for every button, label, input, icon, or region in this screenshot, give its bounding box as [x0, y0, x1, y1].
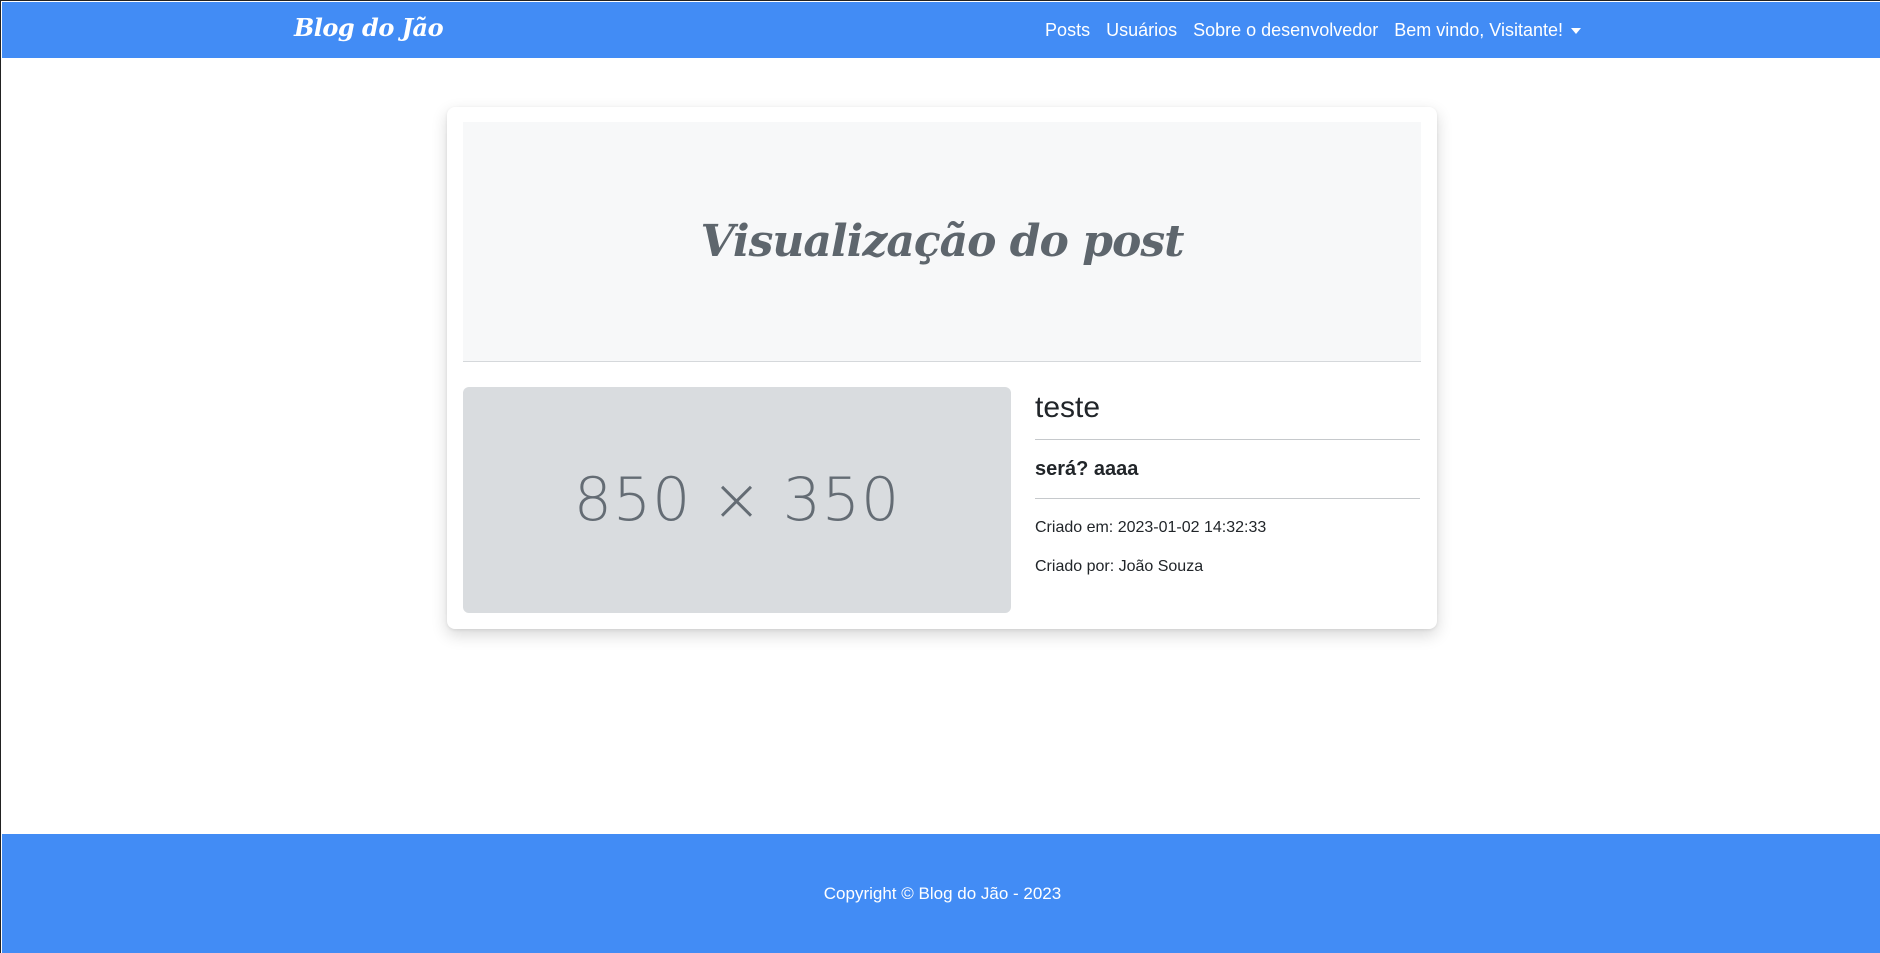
nav-link-posts[interactable]: Posts	[1045, 20, 1090, 41]
nav-links: Posts Usuários Sobre o desenvolvedor Bem…	[1045, 20, 1581, 41]
placeholder-dimensions: 850 × 350	[573, 465, 901, 535]
nav-link-sobre[interactable]: Sobre o desenvolvedor	[1193, 20, 1378, 41]
user-menu-label: Bem vindo, Visitante!	[1394, 20, 1563, 40]
footer: Copyright © Blog do Jão - 2023	[2, 834, 1880, 953]
brand-logo[interactable]: Blog do Jão	[294, 13, 444, 42]
divider	[1035, 498, 1420, 499]
page-title: Visualização do post	[700, 216, 1185, 267]
post-created-by: Criado por: João Souza	[1035, 558, 1204, 575]
navbar: Blog do Jão Posts Usuários Sobre o desen…	[2, 2, 1880, 58]
card-header: Visualização do post	[463, 122, 1421, 362]
post-image-placeholder: 850 × 350	[463, 387, 1011, 613]
user-menu-dropdown[interactable]: Bem vindo, Visitante!	[1394, 20, 1581, 41]
footer-copyright: Copyright © Blog do Jão - 2023	[823, 884, 1062, 903]
post-info: teste será? aaaa Criado em: 2023-01-02 1…	[1035, 387, 1420, 576]
page: Blog do Jão Posts Usuários Sobre o desen…	[0, 0, 1880, 953]
post-created-at: Criado em: 2023-01-02 14:32:33	[1035, 519, 1267, 536]
chevron-down-icon	[1571, 28, 1581, 34]
post-card: Visualização do post 850 × 350 teste ser…	[447, 107, 1437, 629]
nav-link-usuarios[interactable]: Usuários	[1106, 20, 1177, 41]
divider	[1035, 439, 1420, 440]
post-title: teste	[1035, 391, 1101, 424]
post-subtitle: será? aaaa	[1035, 458, 1139, 480]
